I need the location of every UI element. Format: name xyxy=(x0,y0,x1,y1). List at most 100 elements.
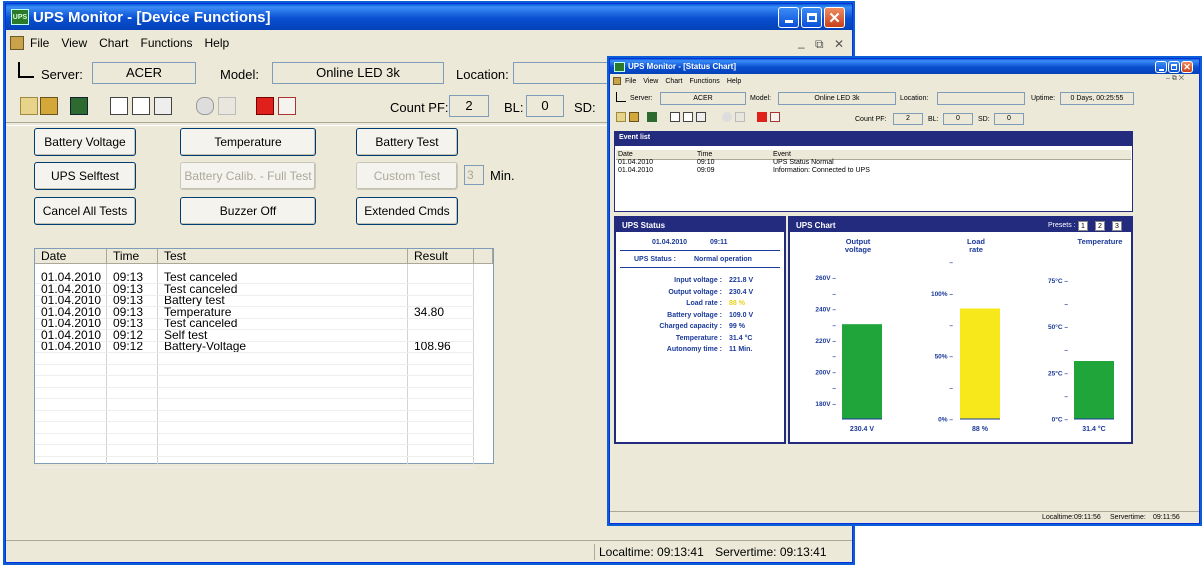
status-item-value: 221.8 V xyxy=(729,277,754,284)
chart-shutdown-icon[interactable] xyxy=(770,112,780,122)
report-icon[interactable] xyxy=(110,97,128,115)
event-col-event[interactable]: Event xyxy=(773,151,791,158)
buzzer-off-button[interactable]: Buzzer Off xyxy=(180,197,316,225)
column-header-test[interactable]: Test xyxy=(158,249,408,264)
y-tick-label: 0% – xyxy=(938,417,953,424)
status-item-label: Output voltage : xyxy=(668,288,722,296)
chart-title: Temperature xyxy=(1078,237,1123,246)
mdi-minimize-icon[interactable]: – xyxy=(798,40,805,54)
ups-status-label: UPS Status : xyxy=(634,256,677,263)
chart-server-label: Server: xyxy=(630,95,653,102)
chart-server-field: ACER xyxy=(660,92,746,105)
grid-row-line xyxy=(35,455,474,457)
menu-file[interactable]: File xyxy=(30,36,49,50)
minimize-icon xyxy=(784,20,793,23)
ups-app-icon: UPS xyxy=(11,9,29,25)
chart-open-folder-icon[interactable] xyxy=(616,112,626,122)
ups-device-icon[interactable] xyxy=(70,97,88,115)
chart-servertime-value: 09:11:56 xyxy=(1153,514,1180,521)
chart-grid-report-icon[interactable] xyxy=(696,112,706,122)
grid-report-icon[interactable] xyxy=(154,97,172,115)
chart-report-icon[interactable] xyxy=(670,112,680,122)
y-tick-label: – xyxy=(832,385,836,392)
event-col-date[interactable]: Date xyxy=(618,151,633,158)
title-bar[interactable]: UPS UPS Monitor - [Device Functions] xyxy=(6,4,852,30)
chart-menu-file[interactable]: File xyxy=(625,78,636,85)
test-log-table[interactable]: Date Time Test Result 01.04.2010 09:13 Tes… xyxy=(34,248,494,468)
chart-title: voltage xyxy=(845,245,871,254)
battery-voltage-button[interactable]: Battery Voltage xyxy=(34,128,136,156)
cancel-all-tests-button[interactable]: Cancel All Tests xyxy=(34,197,136,225)
ups-chart-panel: UPS Chart Presets : 1 2 3 Output voltage 2… xyxy=(788,216,1133,444)
y-tick-label: 75°C – xyxy=(1048,277,1068,285)
y-tick-label: – xyxy=(832,322,836,329)
preset-2-button[interactable]: 2 xyxy=(1095,221,1105,231)
y-tick-label: – xyxy=(1064,347,1068,354)
menu-functions[interactable]: Functions xyxy=(140,36,192,50)
custom-test-button: Custom Test xyxy=(356,162,458,190)
chart-menu-functions[interactable]: Functions xyxy=(689,78,719,85)
y-tick-label: 100% – xyxy=(931,291,953,298)
y-tick-label: – xyxy=(1064,393,1068,400)
chart-open-file-icon[interactable] xyxy=(629,112,639,122)
column-header-date[interactable]: Date xyxy=(35,249,107,264)
status-bar: Localtime: 09:13:41 Servertime: 09:13:41 xyxy=(6,540,852,562)
status-item-value: 99 % xyxy=(729,323,745,330)
y-tick-label: 25°C – xyxy=(1048,369,1068,377)
wrench-icon[interactable] xyxy=(196,97,214,115)
chart-minimize-button[interactable] xyxy=(1155,61,1167,73)
servertime-value: 09:13:41 xyxy=(779,545,827,559)
preset-3-button[interactable]: 3 xyxy=(1112,221,1122,231)
close-button[interactable]: ✕ xyxy=(824,7,845,28)
column-header-result[interactable]: Result xyxy=(408,249,474,264)
mdi-restore-icon[interactable]: ⧉ xyxy=(815,37,824,52)
bar xyxy=(1074,361,1114,419)
status-item-value: 109.0 V xyxy=(729,311,754,319)
event-cell-event: Information: Connected to UPS xyxy=(773,167,870,174)
event-cell-date: 01.04.2010 xyxy=(618,159,654,166)
shutdown-icon[interactable] xyxy=(278,97,296,115)
chart-menu-chart[interactable]: Chart xyxy=(665,78,682,85)
chart-close-button[interactable]: ✕ xyxy=(1181,61,1193,73)
bar-value-label: 31.4 °C xyxy=(1082,425,1105,433)
open-file-icon[interactable] xyxy=(40,97,58,115)
chart-menu-view[interactable]: View xyxy=(643,78,658,85)
battery-test-button[interactable]: Battery Test xyxy=(356,128,458,156)
event-col-time[interactable]: Time xyxy=(697,151,712,158)
chart-localtime-label: Localtime: xyxy=(1042,514,1074,521)
server-label: Server: xyxy=(41,67,83,82)
chart-menu-bar: File View Chart Functions Help xyxy=(610,76,1199,86)
chart-title-bar[interactable]: UPS Monitor - [Status Chart] xyxy=(610,59,1199,74)
extended-cmds-button[interactable]: Extended Cmds xyxy=(356,197,458,225)
close-icon: ✕ xyxy=(828,9,841,27)
preset-1-button[interactable]: 1 xyxy=(1078,221,1088,231)
menu-help[interactable]: Help xyxy=(205,36,230,50)
power-fail-icon[interactable] xyxy=(256,97,274,115)
custom-minutes-field: 3 xyxy=(464,165,484,185)
y-tick-label: – xyxy=(949,322,953,329)
temperature-button[interactable]: Temperature xyxy=(180,128,316,156)
minimize-button[interactable] xyxy=(778,7,799,28)
menu-chart[interactable]: Chart xyxy=(99,36,128,50)
chart-maximize-button[interactable] xyxy=(1168,61,1180,73)
open-folder-icon[interactable] xyxy=(20,97,38,115)
chart-servertime-label: Servertime: xyxy=(1110,514,1146,521)
maximize-button[interactable] xyxy=(801,7,822,28)
ups-selftest-button[interactable]: UPS Selftest xyxy=(34,162,136,190)
chart-power-fail-icon[interactable] xyxy=(757,112,767,122)
ups-status-time: 09:11 xyxy=(710,239,728,246)
chart-chart-report-icon[interactable] xyxy=(683,112,693,122)
chart-wrench-icon[interactable] xyxy=(722,112,732,122)
column-header-time[interactable]: Time xyxy=(107,249,158,264)
chart-mdi-controls-icon[interactable]: – ⧉ ✕ xyxy=(1166,75,1184,83)
mdi-doc-icon xyxy=(10,36,24,50)
y-tick-label: – xyxy=(832,291,836,298)
bl-label: BL: xyxy=(504,100,524,115)
chart-menu-help[interactable]: Help xyxy=(727,78,741,85)
menu-view[interactable]: View xyxy=(61,36,87,50)
status-item-value: 230.4 V xyxy=(729,288,754,296)
ups-chart-svg: Outputvoltage260V ––240V ––220V ––200V –… xyxy=(815,237,1123,433)
chart-report-icon[interactable] xyxy=(132,97,150,115)
mdi-close-icon[interactable]: ✕ xyxy=(834,37,844,51)
chart-ups-device-icon[interactable] xyxy=(647,112,657,122)
